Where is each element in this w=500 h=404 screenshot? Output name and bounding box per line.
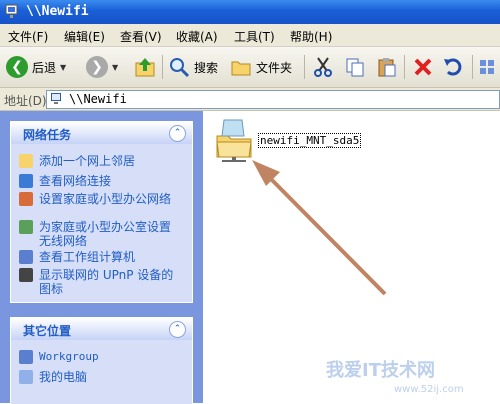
watermark-url: www.52ij.com xyxy=(394,384,464,395)
annotation-arrow xyxy=(252,160,387,296)
watermark-text: 我爱IT技术网 xyxy=(326,360,435,381)
